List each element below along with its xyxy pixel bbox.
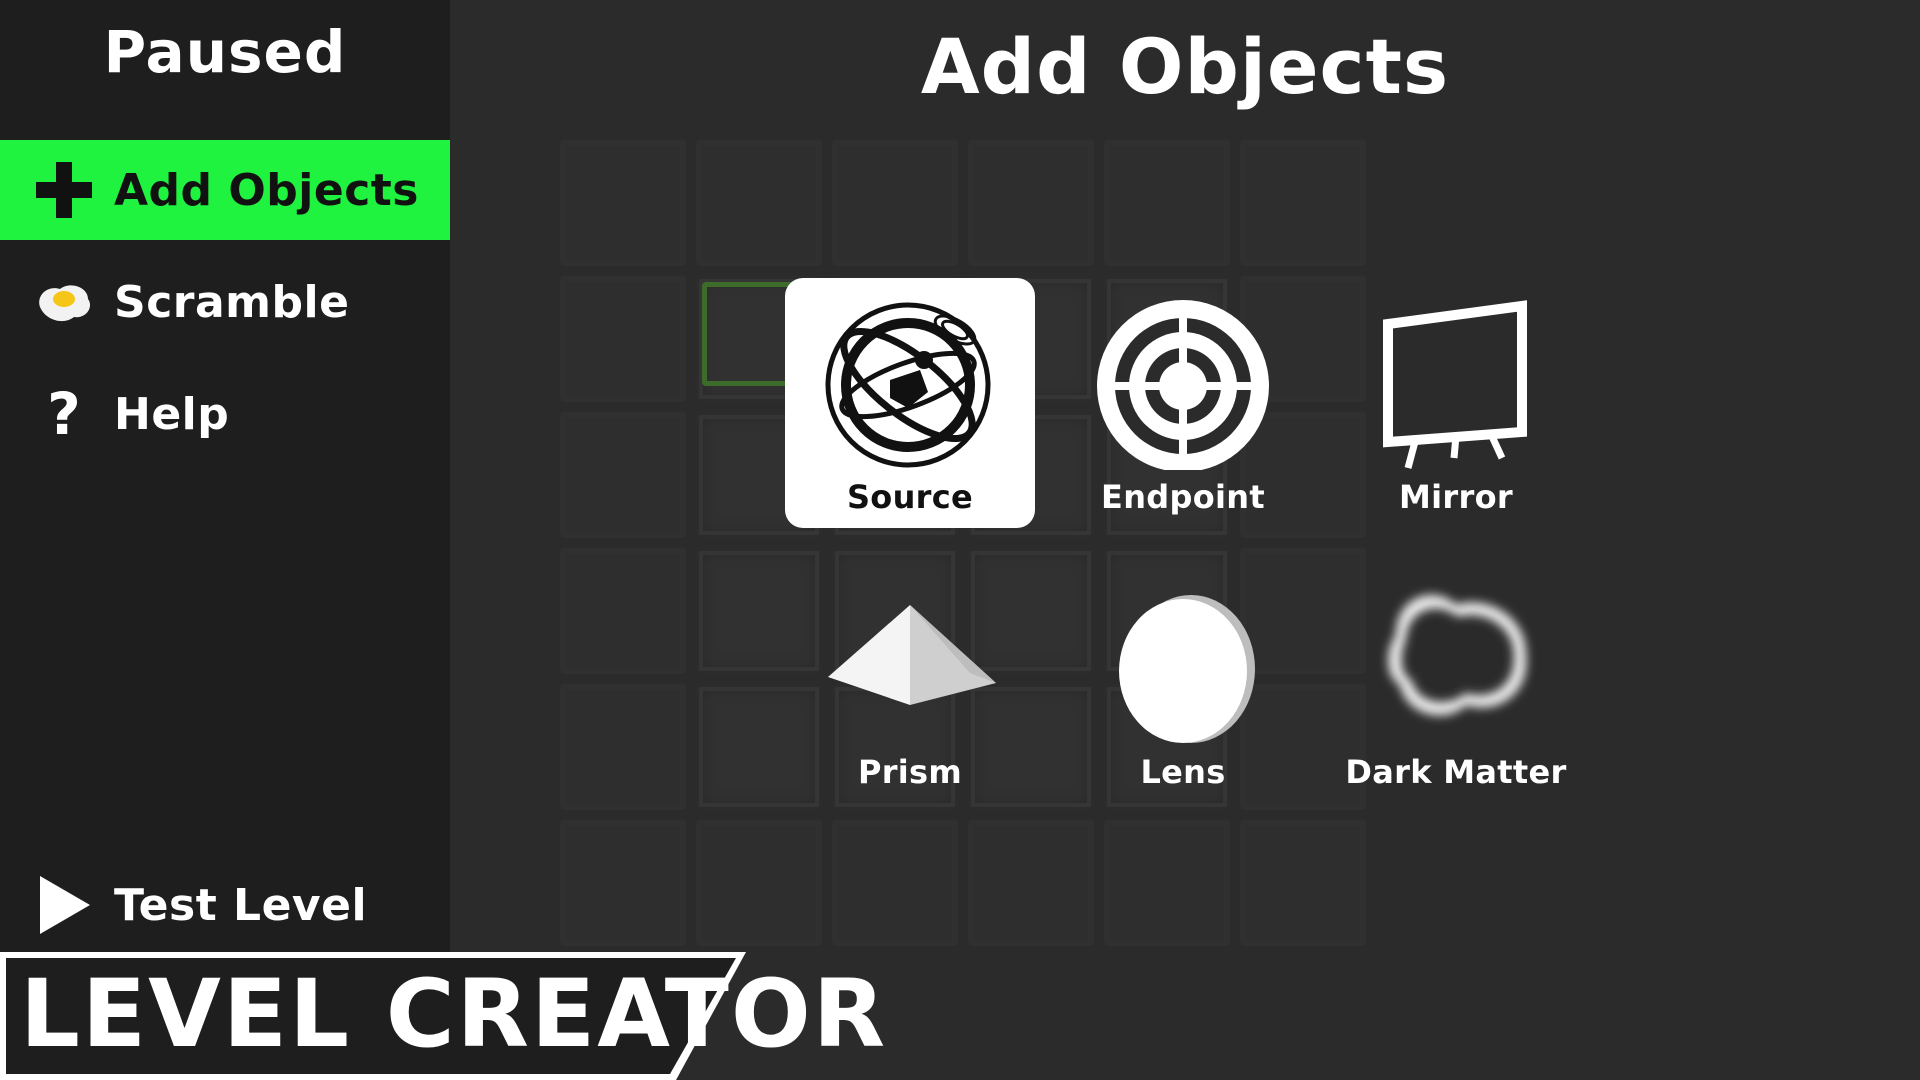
grid-tile (1104, 820, 1230, 946)
grid-tile (560, 276, 686, 402)
grid-tile (560, 412, 686, 538)
plus-icon (32, 158, 96, 222)
paused-title: Paused (103, 18, 347, 86)
object-dark-matter[interactable]: Dark Matter (1331, 553, 1581, 803)
object-endpoint[interactable]: Endpoint (1058, 278, 1308, 528)
object-source[interactable]: Source (785, 278, 1035, 528)
question-mark-icon: ? (47, 380, 81, 448)
test-level-button[interactable]: Test Level (0, 855, 450, 955)
grid-tile (560, 548, 686, 674)
source-icon (785, 290, 1035, 470)
dark-matter-icon (1331, 565, 1581, 745)
test-level-label: Test Level (114, 879, 368, 931)
grid-tile (968, 140, 1094, 266)
object-label: Source (846, 478, 974, 516)
level-creator-banner: LEVEL CREATOR (0, 952, 885, 1080)
grid-tile (560, 820, 686, 946)
object-mirror[interactable]: Mirror (1331, 278, 1581, 528)
menu-item-label: Help (114, 388, 230, 440)
prism-icon (785, 565, 1035, 745)
object-label: Lens (1140, 753, 1226, 791)
menu-item-help[interactable]: ? Help (0, 364, 450, 464)
menu-item-label: Scramble (114, 276, 350, 328)
menu-item-add-objects[interactable]: Add Objects (0, 140, 450, 240)
page-title: Add Objects (920, 22, 1450, 111)
object-label: Prism (857, 753, 963, 791)
object-label: Mirror (1399, 478, 1513, 516)
grid-tile (832, 140, 958, 266)
level-grid (560, 140, 1366, 946)
object-lens[interactable]: Lens (1058, 553, 1308, 803)
grid-tile (1240, 820, 1366, 946)
grid-tile (1104, 140, 1230, 266)
lens-icon (1058, 565, 1308, 745)
fried-egg-icon (32, 270, 96, 334)
menu-item-scramble[interactable]: Scramble (0, 252, 450, 352)
mirror-icon (1331, 290, 1581, 470)
menu-item-label: Add Objects (114, 164, 419, 216)
grid-tile (832, 820, 958, 946)
play-icon (32, 873, 96, 937)
object-label: Dark Matter (1345, 753, 1567, 791)
object-prism[interactable]: Prism (785, 553, 1035, 803)
object-label: Endpoint (1101, 478, 1265, 516)
grid-tile (560, 140, 686, 266)
grid-tile (1240, 140, 1366, 266)
sidebar: Paused Add Objects Scramble ? Help Test … (0, 0, 450, 1080)
banner-title: LEVEL CREATOR (20, 960, 888, 1069)
target-icon (1058, 290, 1308, 470)
grid-tile (696, 820, 822, 946)
grid-tile (968, 820, 1094, 946)
grid-tile (560, 684, 686, 810)
grid-tile (696, 140, 822, 266)
